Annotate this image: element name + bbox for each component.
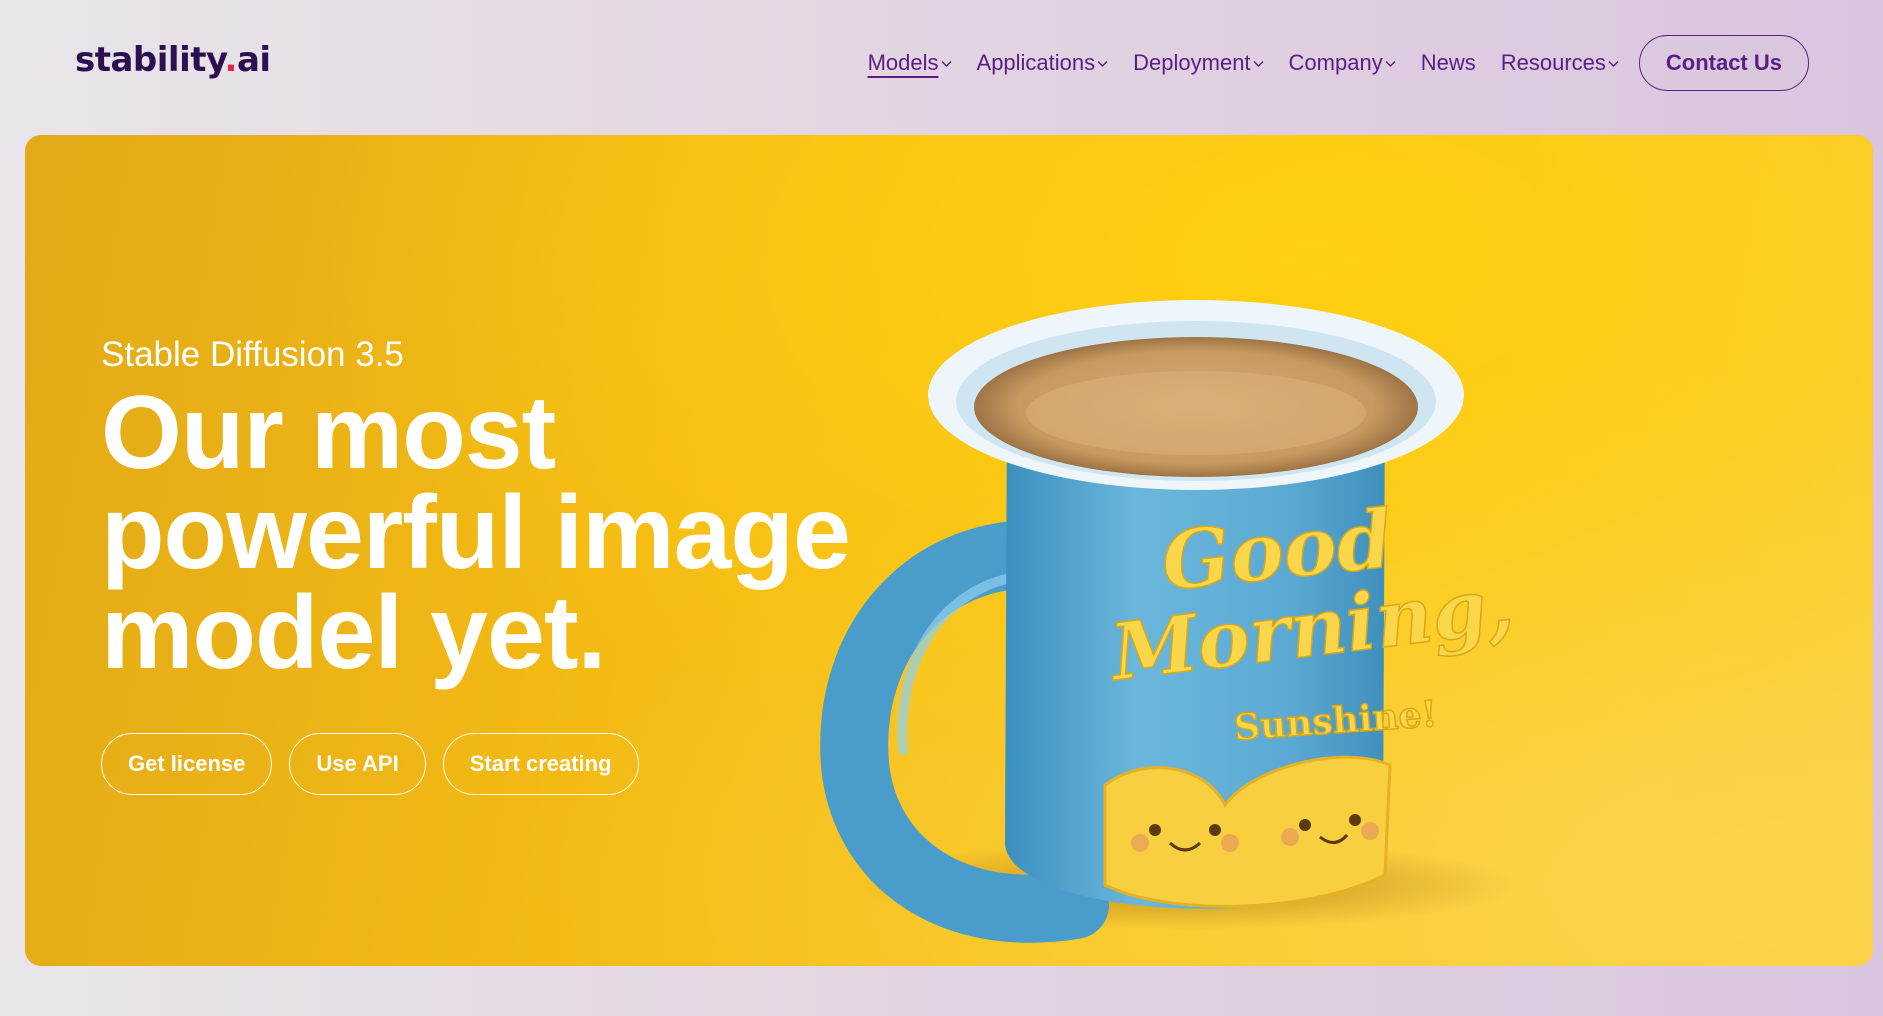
chevron-down-icon: [941, 61, 952, 67]
get-license-button[interactable]: Get license: [101, 733, 273, 795]
nav-label: Applications: [976, 50, 1096, 75]
logo-dot: .: [224, 40, 238, 80]
nav-item-company[interactable]: Company: [1289, 50, 1396, 76]
contact-us-button[interactable]: Contact Us: [1638, 35, 1809, 91]
hero-headline: Our most powerful image model yet.: [101, 375, 901, 691]
logo-text-suffix: ai: [236, 40, 271, 80]
nav-item-applications[interactable]: Applications: [977, 50, 1109, 76]
chevron-down-icon: [1253, 61, 1264, 67]
nav-label: Company: [1288, 50, 1383, 75]
chevron-down-icon: [1385, 61, 1396, 67]
nav-label: Deployment: [1133, 50, 1251, 75]
nav-item-models[interactable]: Models: [868, 50, 952, 76]
hero-copy: Stable Diffusion 3.5 Our most powerful i…: [101, 335, 901, 795]
nav-item-resources[interactable]: Resources: [1501, 50, 1619, 76]
nav-item-deployment[interactable]: Deployment: [1133, 50, 1264, 76]
main-nav: Models Applications Deployment Company N…: [843, 34, 1809, 92]
nav-label: News: [1420, 50, 1476, 75]
use-api-button[interactable]: Use API: [289, 733, 426, 795]
start-creating-button[interactable]: Start creating: [442, 733, 639, 795]
hero-banner: Good Morning, Sunshine! Stable Diffusion…: [25, 135, 1873, 966]
logo[interactable]: stability.ai: [75, 40, 271, 80]
logo-text-main: stability: [75, 40, 225, 80]
chevron-down-icon: [1097, 61, 1108, 67]
nav-label: Resources: [1500, 50, 1606, 75]
nav-label: Models: [867, 50, 939, 75]
nav-item-news[interactable]: News: [1421, 50, 1476, 76]
chevron-down-icon: [1608, 61, 1619, 67]
headline-line: model yet.: [101, 575, 606, 691]
headline-line: powerful image: [101, 475, 851, 591]
hero-cta-row: Get license Use API Start creating: [101, 733, 901, 795]
headline-line: Our most: [101, 375, 556, 491]
hero-eyebrow: Stable Diffusion 3.5: [101, 335, 404, 374]
